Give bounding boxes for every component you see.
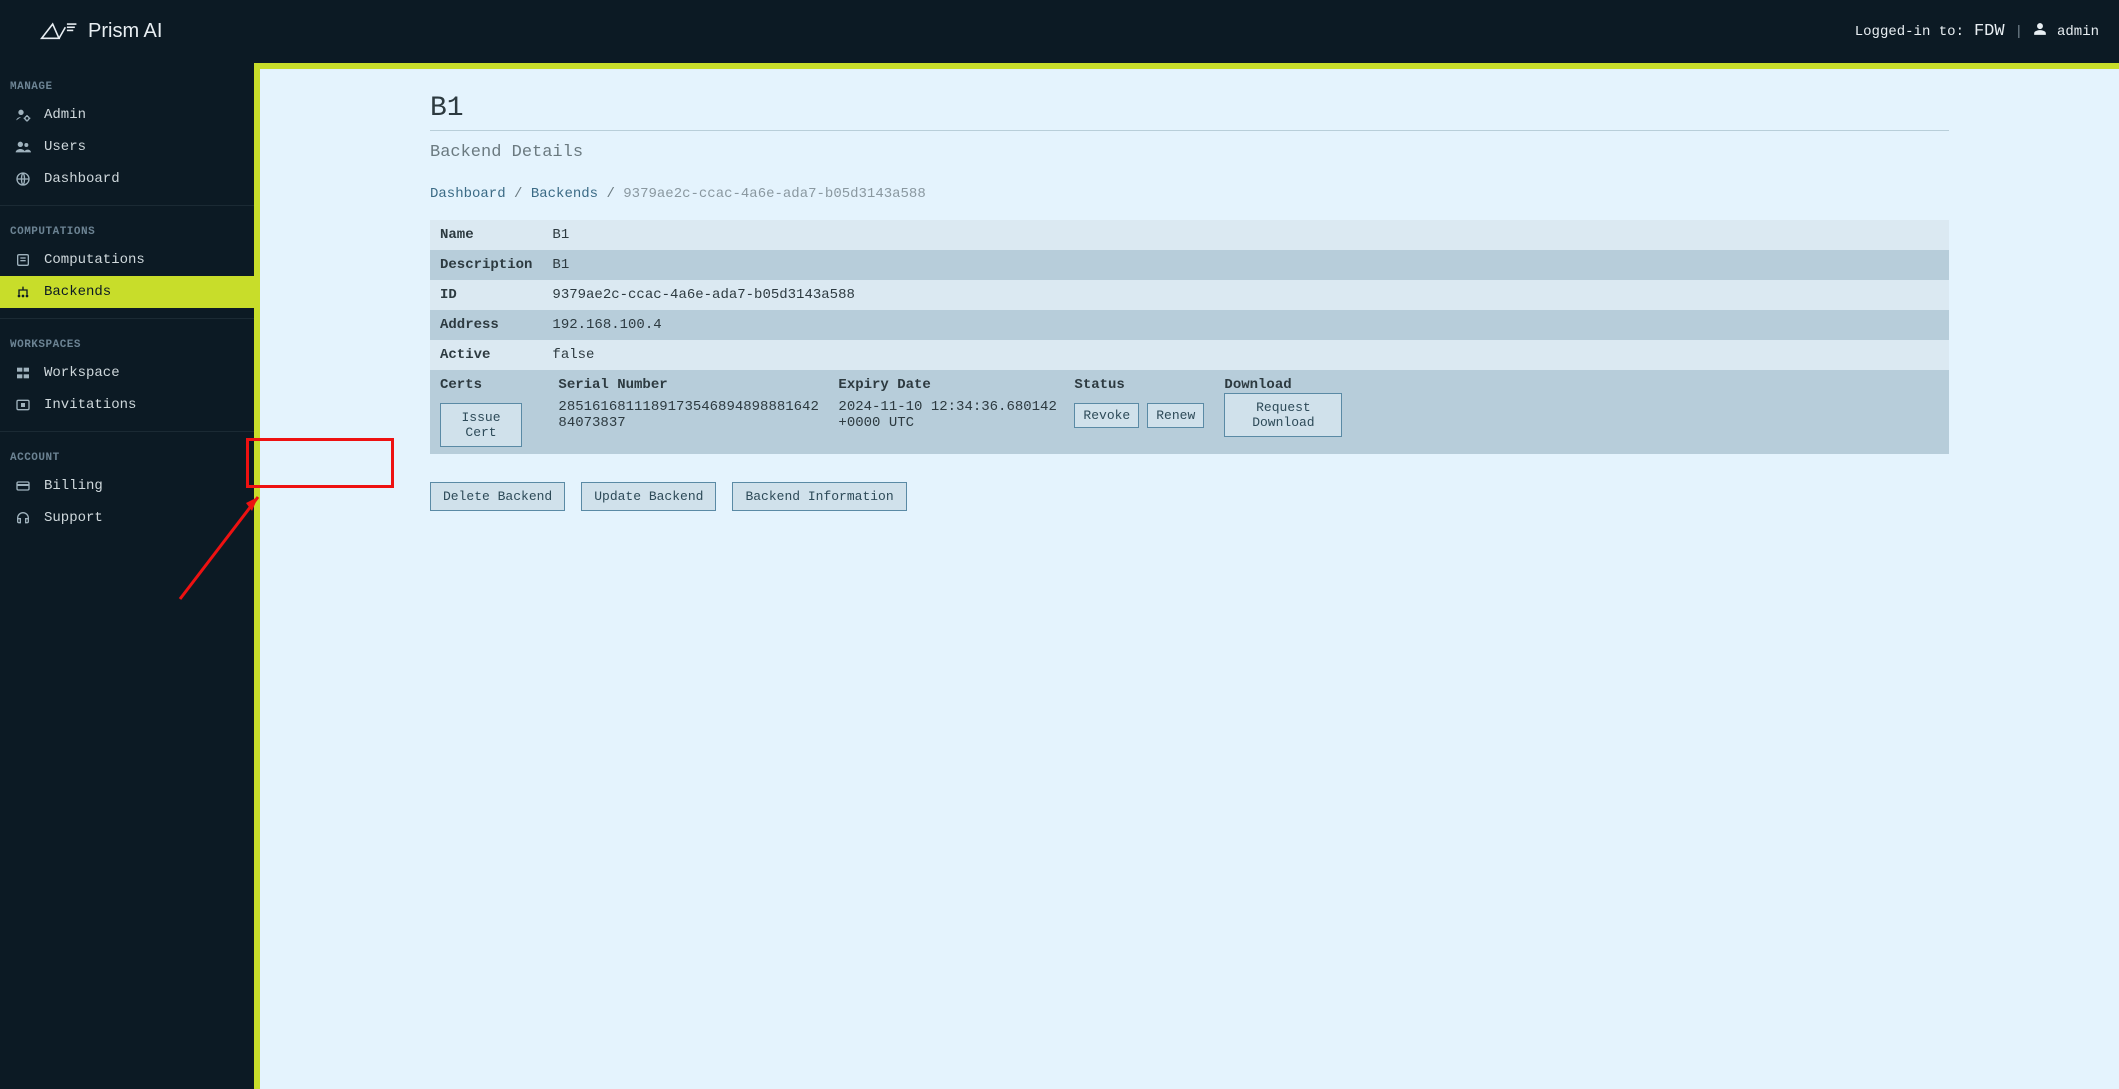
delete-backend-button[interactable]: Delete Backend bbox=[430, 482, 565, 511]
user-icon bbox=[2033, 22, 2047, 41]
value-active: false bbox=[542, 340, 1949, 370]
details-table: Name B1 Description B1 ID 9379ae2c-ccac-… bbox=[430, 220, 1949, 454]
main-panel: B1 Backend Details Dashboard / Backends … bbox=[254, 63, 2119, 1089]
cert-header-serial: Serial Number bbox=[552, 377, 832, 393]
user-name[interactable]: admin bbox=[2057, 24, 2099, 40]
sidebar-item-users[interactable]: Users bbox=[0, 131, 254, 163]
sidebar-item-label: Billing bbox=[44, 478, 103, 494]
value-id: 9379ae2c-ccac-4a6e-ada7-b05d3143a588 bbox=[542, 280, 1949, 310]
label-active: Active bbox=[430, 340, 542, 370]
row-active: Active false bbox=[430, 340, 1949, 370]
side-heading-account: ACCOUNT bbox=[0, 436, 254, 470]
row-id: ID 9379ae2c-ccac-4a6e-ada7-b05d3143a588 bbox=[430, 280, 1949, 310]
sidebar-item-label: Dashboard bbox=[44, 171, 120, 187]
sidebar: MANAGE Admin Users Dashboard COMPUTATION… bbox=[0, 63, 254, 1089]
cert-expiry: 2024-11-10 12:34:36.680142 +0000 UTC bbox=[832, 399, 1068, 431]
sidebar-item-label: Invitations bbox=[44, 397, 136, 413]
support-icon bbox=[14, 510, 32, 526]
update-backend-button[interactable]: Update Backend bbox=[581, 482, 716, 511]
sidebar-item-label: Backends bbox=[44, 284, 111, 300]
cert-row: 285161681118917354689489888164284073837 … bbox=[552, 393, 1939, 437]
sidebar-item-label: Admin bbox=[44, 107, 86, 123]
revoke-button[interactable]: Revoke bbox=[1074, 403, 1139, 428]
issue-cert-button[interactable]: Issue Cert bbox=[440, 403, 522, 447]
top-bar: Prism AI Logged-in to: FDW | admin bbox=[0, 0, 2119, 63]
computations-icon bbox=[14, 252, 32, 268]
workspace-icon bbox=[14, 365, 32, 381]
cert-serial: 285161681118917354689489888164284073837 bbox=[552, 399, 832, 431]
cert-header-status: Status bbox=[1068, 377, 1218, 393]
users-icon bbox=[14, 139, 32, 155]
sidebar-item-computations[interactable]: Computations bbox=[0, 244, 254, 276]
page-subtitle: Backend Details bbox=[430, 130, 1949, 162]
renew-button[interactable]: Renew bbox=[1147, 403, 1204, 428]
row-address: Address 192.168.100.4 bbox=[430, 310, 1949, 340]
breadcrumb: Dashboard / Backends / 9379ae2c-ccac-4a6… bbox=[430, 186, 1949, 202]
sidebar-item-backends[interactable]: Backends bbox=[0, 276, 254, 308]
actions-row: Delete Backend Update Backend Backend In… bbox=[430, 482, 1949, 511]
cert-header-expiry: Expiry Date bbox=[832, 377, 1068, 393]
sidebar-item-support[interactable]: Support bbox=[0, 502, 254, 534]
sidebar-item-label: Support bbox=[44, 510, 103, 526]
row-name: Name B1 bbox=[430, 220, 1949, 250]
sidebar-item-admin[interactable]: Admin bbox=[0, 99, 254, 131]
divider: | bbox=[2015, 24, 2023, 40]
sidebar-item-dashboard[interactable]: Dashboard bbox=[0, 163, 254, 195]
brand-text: Prism AI bbox=[88, 20, 162, 43]
annotation-highlight-box bbox=[246, 438, 394, 488]
sidebar-item-label: Users bbox=[44, 139, 86, 155]
globe-icon bbox=[14, 171, 32, 187]
row-certs: Certs Issue Cert Serial Number Expiry Da… bbox=[430, 370, 1949, 454]
sidebar-item-label: Computations bbox=[44, 252, 145, 268]
breadcrumb-id: 9379ae2c-ccac-4a6e-ada7-b05d3143a588 bbox=[623, 186, 925, 202]
user-cog-icon bbox=[14, 107, 32, 123]
side-heading-workspaces: WORKSPACES bbox=[0, 323, 254, 357]
value-address: 192.168.100.4 bbox=[542, 310, 1949, 340]
value-description: B1 bbox=[542, 250, 1949, 280]
label-id: ID bbox=[430, 280, 542, 310]
breadcrumb-dashboard[interactable]: Dashboard bbox=[430, 186, 506, 202]
billing-icon bbox=[14, 478, 32, 494]
label-description: Description bbox=[430, 250, 542, 280]
backends-icon bbox=[14, 284, 32, 300]
backend-information-button[interactable]: Backend Information bbox=[732, 482, 906, 511]
page-title: B1 bbox=[430, 93, 1949, 124]
label-address: Address bbox=[430, 310, 542, 340]
logged-in-label: Logged-in to: bbox=[1855, 24, 1964, 40]
cert-header-download: Download bbox=[1218, 377, 1338, 393]
brand[interactable]: Prism AI bbox=[40, 18, 162, 46]
label-certs: Certs bbox=[440, 377, 532, 393]
sidebar-item-label: Workspace bbox=[44, 365, 120, 381]
value-name: B1 bbox=[542, 220, 1949, 250]
sidebar-item-workspace[interactable]: Workspace bbox=[0, 357, 254, 389]
sidebar-item-invitations[interactable]: Invitations bbox=[0, 389, 254, 421]
login-status: Logged-in to: FDW | admin bbox=[1855, 22, 2099, 41]
request-download-button[interactable]: Request Download bbox=[1224, 393, 1342, 437]
sidebar-item-billing[interactable]: Billing bbox=[0, 470, 254, 502]
brand-logo-icon bbox=[40, 18, 78, 46]
label-name: Name bbox=[430, 220, 542, 250]
side-heading-computations: COMPUTATIONS bbox=[0, 210, 254, 244]
side-heading-manage: MANAGE bbox=[0, 75, 254, 99]
breadcrumb-backends[interactable]: Backends bbox=[531, 186, 598, 202]
row-description: Description B1 bbox=[430, 250, 1949, 280]
workspace-name[interactable]: FDW bbox=[1974, 22, 2005, 41]
invitation-icon bbox=[14, 397, 32, 413]
